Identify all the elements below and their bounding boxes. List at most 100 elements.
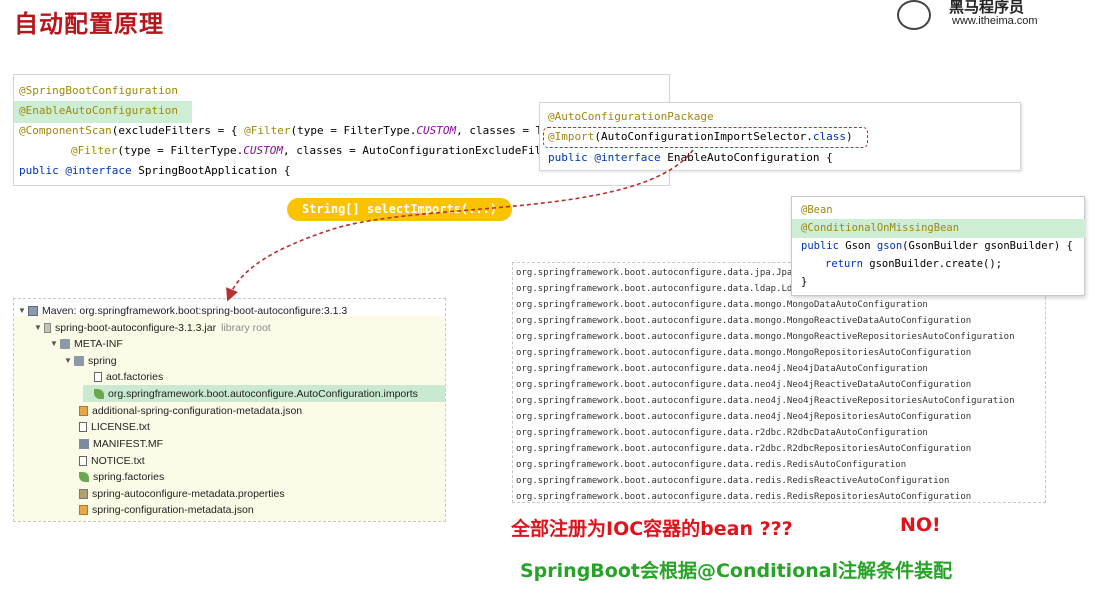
list-item: org.springframework.boot.autoconfigure.d… (516, 492, 972, 502)
page-title: 自动配置原理 (14, 10, 164, 38)
tree-node-label: spring-configuration-metadata.json (92, 504, 254, 516)
list-item: org.springframework.boot.autoconfigure.d… (516, 444, 972, 454)
brand-logo: 黑马程序员 www.itheima.com (895, 0, 1065, 34)
code-line: return gsonBuilder.create(); (825, 255, 1002, 273)
folder-icon (60, 339, 70, 349)
list-item: org.springframework.boot.autoconfigure.d… (516, 348, 972, 358)
list-item: org.springframework.boot.autoconfigure.d… (516, 396, 1015, 406)
code-token: public (801, 240, 839, 252)
tree-node-label: spring-autoconfigure-metadata.properties (92, 488, 285, 500)
chevron-down-icon[interactable]: ▼ (64, 353, 74, 369)
tree-node-maven-library[interactable]: ▼ Maven: org.springframework.boot:spring… (18, 303, 347, 319)
manifest-icon (79, 439, 89, 449)
tree-node-label: META-INF (74, 338, 123, 350)
tree-node-license[interactable]: LICENSE.txt (79, 419, 150, 435)
code-token: @interface (58, 164, 132, 177)
file-icon (94, 372, 102, 382)
autoconfiguration-imports-list: org.springframework.boot.autoconfigure.d… (512, 262, 1046, 503)
code-token: (type = FilterType. (117, 144, 244, 157)
list-item: org.springframework.boot.autoconfigure.d… (516, 300, 928, 310)
code-token: (GsonBuilder gsonBuilder) { (902, 240, 1073, 252)
tree-node-jar[interactable]: ▼ spring-boot-autoconfigure-3.1.3.jar li… (34, 320, 271, 336)
select-imports-badge: String[] selectImports(...) (287, 198, 512, 221)
properties-icon (79, 489, 88, 499)
tree-node-label: LICENSE.txt (91, 421, 150, 433)
code-line: public Gson gson(GsonBuilder gsonBuilder… (801, 237, 1073, 255)
code-token: , classes = T (456, 124, 543, 137)
tree-node-label: spring-boot-autoconfigure-3.1.3.jar (55, 322, 217, 334)
code-line: } (801, 276, 808, 288)
code-token: @Import (548, 130, 595, 143)
code-token: (type = FilterType. (290, 124, 417, 137)
code-line: public @interface SpringBootApplication … (19, 161, 291, 181)
chevron-down-icon[interactable]: ▼ (34, 320, 44, 336)
list-item: org.springframework.boot.autoconfigure.d… (516, 412, 972, 422)
library-icon (28, 306, 38, 316)
code-token: class (812, 130, 847, 143)
file-icon (79, 456, 87, 466)
enable-auto-configuration-code: @AutoConfigurationPackage @Import(AutoCo… (539, 102, 1021, 171)
code-token: @interface (587, 151, 661, 164)
tree-node-label: additional-spring-configuration-metadata… (92, 405, 303, 417)
code-token: ) (846, 130, 853, 143)
tree-node-metadata-properties[interactable]: spring-autoconfigure-metadata.properties (79, 486, 285, 502)
tree-node-label: MANIFEST.MF (93, 438, 163, 450)
logo-url: www.itheima.com (952, 15, 1038, 27)
tree-node-additional-metadata-json[interactable]: additional-spring-configuration-metadata… (79, 403, 302, 419)
tree-node-configuration-metadata-json[interactable]: spring-configuration-metadata.json (79, 502, 254, 518)
code-line: @AutoConfigurationPackage (548, 110, 714, 123)
chevron-down-icon[interactable]: ▼ (18, 303, 28, 319)
project-tree: ▼ Maven: org.springframework.boot:spring… (13, 298, 446, 522)
code-line-enable-auto: @EnableAutoConfiguration (19, 104, 178, 117)
code-token: SpringBootApplication { (131, 164, 291, 177)
list-item: org.springframework.boot.autoconfigure.d… (516, 460, 907, 470)
code-token: gson (876, 240, 903, 252)
question-text: 全部注册为IOC容器的bean ??? (511, 518, 793, 540)
list-item: org.springframework.boot.autoconfigure.d… (516, 268, 798, 278)
tree-node-spring-folder[interactable]: ▼ spring (64, 353, 117, 369)
code-token: public (19, 164, 59, 177)
list-item: org.springframework.boot.autoconfigure.d… (516, 316, 972, 326)
tree-node-label: org.springframework.boot.autoconfigure.A… (108, 388, 418, 400)
library-root-hint: library root (221, 322, 271, 334)
tree-node-notice[interactable]: NOTICE.txt (79, 453, 145, 469)
gson-bean-code: @Bean @ConditionalOnMissingBean public G… (791, 196, 1085, 296)
list-item: org.springframework.boot.autoconfigure.d… (516, 332, 1015, 342)
tree-node-aot-factories[interactable]: aot.factories (94, 369, 163, 385)
code-token: return (825, 258, 863, 270)
code-line: @SpringBootConfiguration (19, 84, 178, 97)
tree-node-manifest[interactable]: MANIFEST.MF (79, 436, 163, 452)
code-line: public @interface EnableAutoConfiguratio… (548, 148, 833, 168)
code-line: @Filter(type = FilterType.CUSTOM, classe… (71, 141, 541, 161)
json-icon (79, 406, 88, 416)
answer-text: NO! (900, 514, 941, 536)
code-line-conditional: @ConditionalOnMissingBean (801, 222, 960, 234)
code-token: public (548, 151, 588, 164)
tree-node-spring-factories[interactable]: spring.factories (79, 469, 164, 485)
logo-icon (897, 0, 931, 30)
list-item: org.springframework.boot.autoconfigure.d… (516, 284, 798, 294)
code-token: (excludeFilters = { (111, 124, 245, 137)
tree-node-meta-inf[interactable]: ▼ META-INF (50, 336, 123, 352)
list-item: org.springframework.boot.autoconfigure.d… (516, 476, 950, 486)
chevron-down-icon[interactable]: ▼ (50, 336, 60, 352)
list-item: org.springframework.boot.autoconfigure.d… (516, 364, 928, 374)
folder-icon (74, 356, 84, 366)
tree-node-label: aot.factories (106, 371, 164, 383)
code-token: (AutoConfigurationImportSelector. (594, 130, 813, 143)
code-token: @Filter (71, 144, 118, 157)
spring-leaf-icon (79, 472, 89, 482)
spring-leaf-icon (94, 389, 104, 399)
list-item: org.springframework.boot.autoconfigure.d… (516, 380, 972, 390)
json-icon (79, 505, 88, 515)
tree-node-autoconfiguration-imports[interactable]: org.springframework.boot.autoconfigure.A… (94, 386, 418, 402)
code-token: @Filter (244, 124, 291, 137)
tree-node-label: spring (88, 355, 117, 367)
code-token: CUSTOM (416, 124, 457, 137)
file-icon (79, 422, 87, 432)
code-token: CUSTOM (243, 144, 283, 157)
code-token: @ComponentScan (19, 124, 112, 137)
code-token: , classes = AutoConfigurationExcludeFil (282, 144, 542, 157)
tree-node-label: Maven: org.springframework.boot:spring-b… (42, 305, 348, 317)
code-line: @ComponentScan(excludeFilters = { @Filte… (19, 121, 542, 141)
